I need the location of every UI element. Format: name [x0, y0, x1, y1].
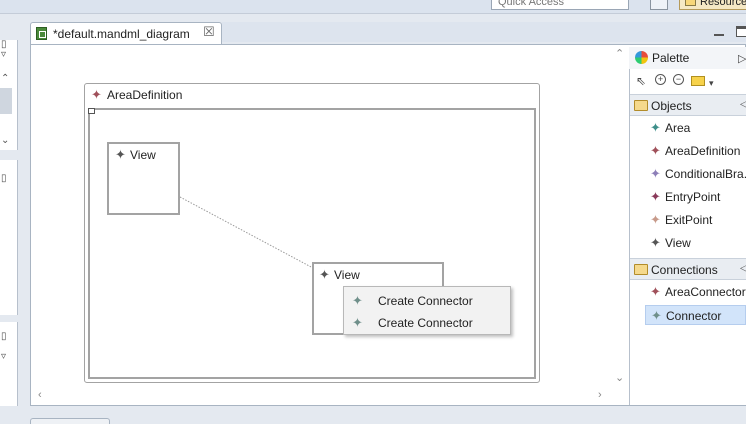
- scroll-down-icon[interactable]: ⌄: [1, 136, 9, 146]
- scroll-up-icon[interactable]: ⌃: [615, 49, 624, 60]
- context-menu: ✦ Create Connector ✦ Create Connector: [343, 286, 511, 335]
- horizontal-scrollbar[interactable]: ‹ ›: [34, 389, 612, 403]
- palette-icon: [635, 51, 648, 64]
- scroll-right-icon[interactable]: ›: [598, 390, 602, 401]
- palette-item-label: AreaDefinition: [665, 144, 741, 158]
- editor-tab-title: *default.mandml_diagram: [53, 27, 190, 41]
- perspective-layout-button[interactable]: [650, 0, 668, 10]
- palette-item-areaconnector[interactable]: ✦ AreaConnector: [645, 282, 746, 302]
- palette-item-entrypoint[interactable]: ✦ EntryPoint: [645, 187, 746, 207]
- resource-perspective-button[interactable]: Resource: [679, 0, 746, 10]
- left-view-scroll-thumb[interactable]: [0, 88, 12, 114]
- palette-item-view[interactable]: ✦ View: [645, 233, 746, 253]
- vertical-scrollbar[interactable]: ⌃ ⌄: [612, 47, 628, 389]
- drawer-label: Connections: [651, 263, 718, 277]
- resource-perspective-label: Resource: [700, 0, 746, 8]
- palette-item-label: Area: [665, 121, 691, 135]
- resource-perspective-icon: [685, 0, 696, 6]
- four-point-star-icon: ✦: [650, 284, 661, 299]
- view-menu-icon[interactable]: ▿: [1, 50, 6, 60]
- four-point-star-icon: ✦: [650, 143, 661, 158]
- editor-tab[interactable]: *default.mandml_diagram ☒: [30, 22, 222, 44]
- palette-collapse-icon[interactable]: ▷: [738, 52, 746, 65]
- palette-item-label: AreaConnector: [665, 285, 746, 299]
- quick-access-input[interactable]: Quick Access: [491, 0, 629, 10]
- palette-item-label: View: [665, 236, 691, 250]
- folder-icon: [634, 264, 648, 275]
- view-label[interactable]: View: [334, 268, 360, 282]
- area-definition-label[interactable]: AreaDefinition: [107, 88, 182, 102]
- menu-item-create-connector[interactable]: ✦ Create Connector: [344, 289, 510, 311]
- palette-drawer-objects[interactable]: Objects ◁: [630, 94, 746, 116]
- palette-tools: ⇖ + − ▾: [629, 71, 746, 91]
- palette-drawer-connections[interactable]: Connections ◁: [630, 258, 746, 280]
- left-view-panel-2: ▯: [0, 160, 18, 315]
- bottom-view-tab[interactable]: [30, 418, 110, 424]
- four-point-star-icon: ✦: [650, 189, 661, 204]
- minimized-view-icon[interactable]: ▯: [1, 174, 7, 184]
- menu-item-label: Create Connector: [378, 294, 473, 308]
- four-point-star-icon: ✦: [115, 147, 126, 162]
- select-arrow-icon[interactable]: ⇖: [636, 74, 646, 88]
- maximize-icon[interactable]: [736, 26, 746, 37]
- diagram-file-icon: [36, 27, 47, 40]
- view-label[interactable]: View: [130, 148, 156, 162]
- palette-item-label: ExitPoint: [665, 213, 713, 227]
- left-view-panel-1: ▯ ▿ ⌃ ⌄: [0, 40, 18, 150]
- note-icon[interactable]: [691, 76, 705, 86]
- close-icon[interactable]: ☒: [203, 24, 215, 40]
- palette-item-conditionalbranch[interactable]: ✦ ConditionalBra...: [645, 164, 746, 184]
- minimize-icon[interactable]: [714, 26, 724, 36]
- palette-item-label: Connector: [666, 309, 722, 323]
- four-point-star-icon: ✦: [91, 87, 102, 102]
- drawer-pin-icon[interactable]: ◁: [740, 99, 746, 110]
- editor-tab-strip: [222, 22, 746, 42]
- scroll-down-icon[interactable]: ⌄: [615, 373, 624, 384]
- collapse-handle[interactable]: [88, 108, 95, 114]
- drawer-label: Objects: [651, 99, 692, 113]
- palette-item-connector[interactable]: ✦ Connector: [645, 305, 746, 325]
- palette-item-areadefinition[interactable]: ✦ AreaDefinition: [645, 141, 746, 161]
- palette-item-label: ConditionalBra...: [665, 167, 746, 181]
- four-point-star-icon: ✦: [650, 212, 661, 227]
- four-point-star-icon: ✦: [650, 235, 661, 250]
- palette-item-exitpoint[interactable]: ✦ ExitPoint: [645, 210, 746, 230]
- four-point-star-icon: ✦: [650, 166, 661, 181]
- menu-item-label: Create Connector: [378, 316, 473, 330]
- four-point-star-icon: ✦: [650, 120, 661, 135]
- scroll-left-icon[interactable]: ‹: [38, 390, 42, 401]
- drawer-pin-icon[interactable]: ◁: [740, 263, 746, 274]
- dropdown-arrow-icon[interactable]: ▾: [709, 76, 714, 90]
- zoom-out-icon[interactable]: −: [673, 74, 684, 85]
- four-point-star-icon: ✦: [651, 308, 662, 323]
- menu-item-create-connector[interactable]: ✦ Create Connector: [344, 311, 510, 333]
- palette-item-label: EntryPoint: [665, 190, 721, 204]
- four-point-star-icon: ✦: [352, 315, 363, 330]
- palette-item-area[interactable]: ✦ Area: [645, 118, 746, 138]
- four-point-star-icon: ✦: [319, 267, 330, 282]
- bottom-panel-strip: [0, 406, 746, 424]
- four-point-star-icon: ✦: [352, 293, 363, 308]
- minimized-view-icon[interactable]: ▯: [1, 332, 7, 342]
- view-menu-icon[interactable]: ▿: [1, 352, 6, 362]
- scroll-up-icon[interactable]: ⌃: [1, 74, 9, 84]
- folder-icon: [634, 100, 648, 111]
- top-toolbar: [0, 0, 746, 14]
- palette-title: Palette: [652, 51, 690, 65]
- zoom-in-icon[interactable]: +: [655, 74, 666, 85]
